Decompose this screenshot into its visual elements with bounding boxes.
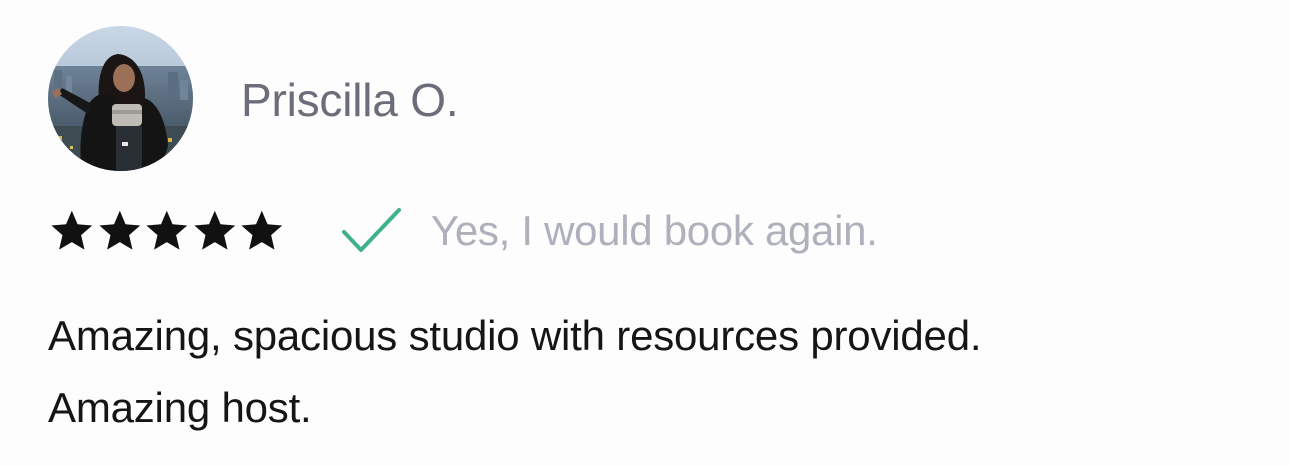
star-rating: [48, 207, 286, 255]
reviewer-avatar[interactable]: [48, 26, 193, 171]
review-line: Amazing host.: [48, 384, 312, 431]
review-text: Amazing, spacious studio with resources …: [48, 300, 1248, 444]
review-line: Amazing, spacious studio with resources …: [48, 312, 982, 359]
star-icon: [98, 210, 140, 250]
star-icon: [146, 210, 188, 250]
star-icon: [194, 210, 236, 250]
review-card: Priscilla O. Yes, I would book again. Am…: [0, 0, 1290, 466]
star-icon: [241, 210, 283, 250]
reviewer-name[interactable]: Priscilla O.: [241, 72, 459, 128]
star-icon: [51, 210, 93, 250]
avatar-photo: [48, 26, 193, 171]
checkmark-icon: [342, 208, 401, 252]
book-again-label: Yes, I would book again.: [431, 207, 878, 254]
